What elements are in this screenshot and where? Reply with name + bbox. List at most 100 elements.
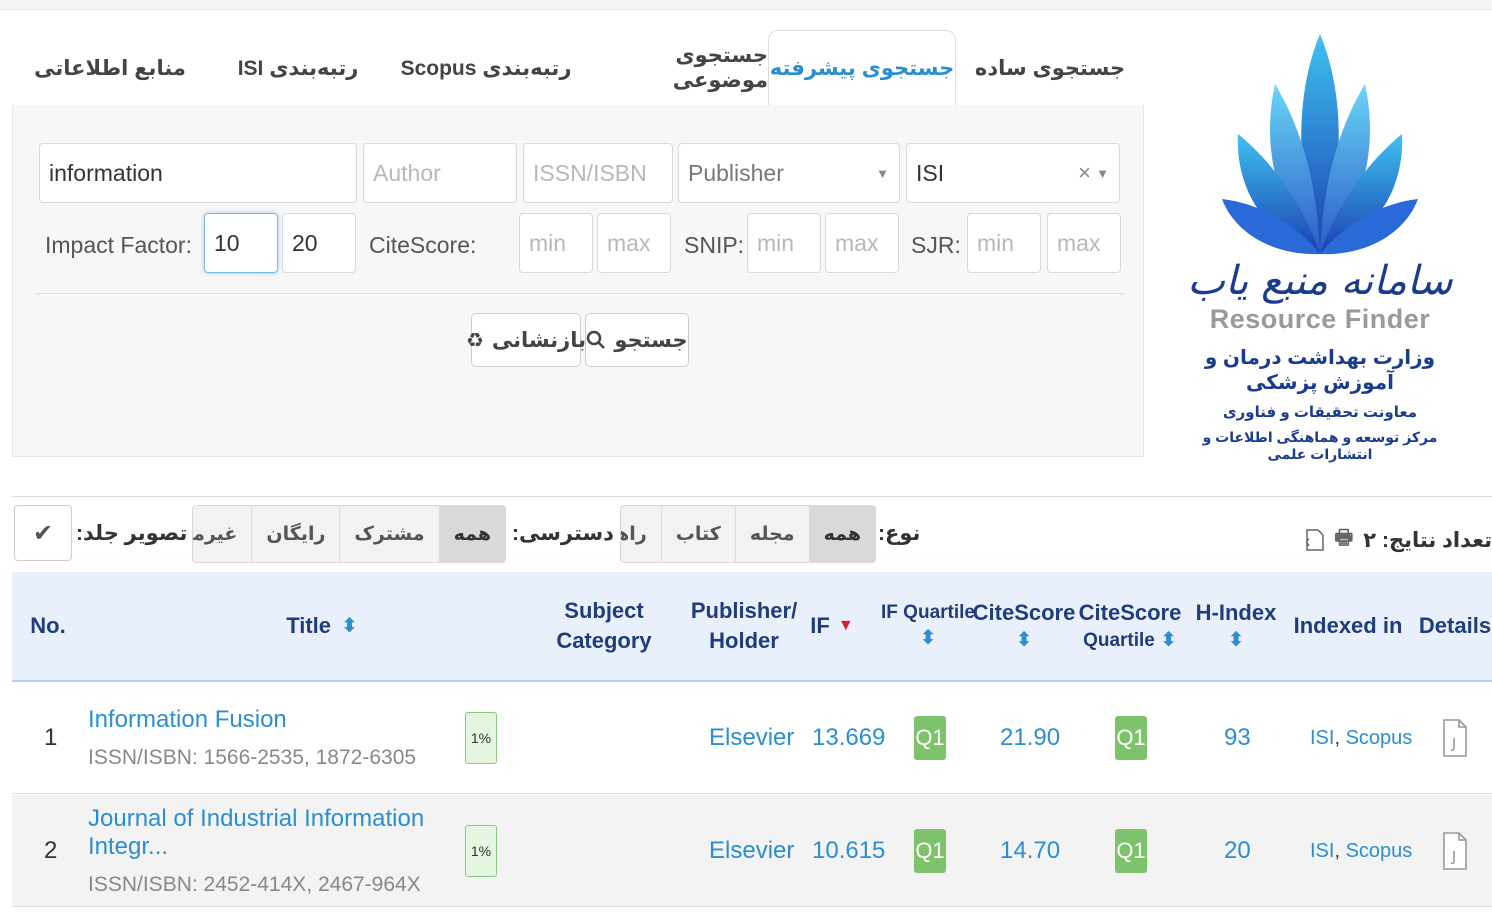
match-percent-badge: 1%: [465, 825, 497, 877]
tab-simple-search[interactable]: جستجوی ساده: [956, 30, 1144, 106]
impact-factor-value: 10.615: [812, 837, 886, 864]
h-index-value: 20: [1224, 837, 1251, 864]
advanced-search-panel: information Author ISSN/ISBN Publisher ▼…: [12, 105, 1144, 457]
clear-icon[interactable]: ×: [1078, 160, 1091, 186]
publisher-link[interactable]: Elsevier: [709, 795, 794, 907]
col-publisher: Publisher/ Holder: [690, 572, 798, 680]
col-publisher-label-2: Holder: [709, 628, 779, 653]
cover-image-toggle[interactable]: ✔: [14, 505, 72, 561]
citescore-label: CiteScore:: [369, 231, 477, 258]
journal-title-link[interactable]: Journal of Industrial Information Integr…: [88, 805, 468, 861]
reset-button[interactable]: بازنشانی ♻: [466, 313, 586, 367]
results-count: تعداد نتایج: ۲ 🖶 X: [1306, 523, 1492, 557]
comma-separator: ,: [1334, 726, 1346, 749]
type-filter-label: نوع:: [878, 522, 921, 545]
excel-export-icon[interactable]: X: [1306, 529, 1325, 551]
type-option-journal[interactable]: مجله: [734, 506, 809, 562]
snip-min-input[interactable]: min: [747, 213, 821, 273]
impact-min-input[interactable]: 10: [204, 213, 278, 273]
citescore-value: 14.70: [1000, 837, 1061, 864]
match-percent-badge: 1%: [465, 712, 497, 764]
col-details: Details: [1418, 572, 1492, 680]
access-option-not-subscribed[interactable]: غیرمشترک: [193, 506, 251, 562]
access-option-all[interactable]: همه: [438, 506, 505, 562]
col-if-quartile[interactable]: IF Quartile ⬍: [880, 572, 976, 680]
issn-input[interactable]: ISSN/ISBN: [523, 143, 673, 203]
col-csq-label-2: Quartile: [1083, 630, 1155, 652]
col-if[interactable]: IF ▼: [802, 572, 862, 680]
document-icon[interactable]: [1442, 831, 1468, 871]
results-table-header: No. Title ⬍ Subject Category Publisher/ …: [12, 572, 1492, 682]
col-no: No.: [18, 572, 78, 680]
tab-scopus-ranking[interactable]: رتبه‌بندی Scopus: [392, 30, 580, 106]
indexed-in-cell: ISI, Scopus: [1310, 795, 1412, 907]
publisher-select-label: Publisher: [688, 159, 784, 186]
tab-subject-search[interactable]: جستجوی موضوعی: [580, 30, 768, 106]
publisher-link[interactable]: Elsevier: [709, 682, 794, 794]
logo-persian-name: سامانه منبع یاب: [1187, 258, 1453, 304]
row-title-cell: Journal of Industrial Information Integr…: [88, 795, 468, 907]
reset-button-label: بازنشانی: [491, 328, 587, 352]
site-logo[interactable]: سامانه منبع یاب Resource Finder وزارت به…: [1180, 24, 1460, 474]
col-title-label: Title: [286, 613, 332, 639]
sjr-min-input[interactable]: min: [967, 213, 1041, 273]
col-subject-label: Subject Category: [556, 598, 652, 653]
type-option-guide[interactable]: راهنما: [621, 506, 661, 562]
cs-quartile-badge: Q1: [1115, 829, 1147, 873]
type-option-all[interactable]: همه: [808, 506, 875, 562]
cover-image-label: تصویر جلد:: [76, 522, 188, 545]
logo-ministry-line: وزارت بهداشت درمان و آموزش پزشکی: [1204, 347, 1436, 394]
impact-max-input[interactable]: 20: [282, 213, 356, 273]
svg-text:X: X: [1306, 537, 1311, 549]
indexed-isi-link[interactable]: ISI: [1310, 727, 1334, 750]
snip-label: SNIP:: [684, 231, 745, 258]
citescore-min-input[interactable]: min: [519, 213, 593, 273]
sort-icon: ⬍: [1160, 629, 1177, 652]
search-button[interactable]: جستجو: [585, 313, 689, 367]
journal-issn: ISSN/ISBN: 2452-414X, 2467-964X: [88, 873, 421, 896]
if-quartile-badge: Q1: [914, 716, 946, 760]
tab-advanced-search[interactable]: جستجوی پیشرفته: [768, 30, 956, 106]
check-icon: ✔: [32, 519, 54, 547]
indexed-scopus-link[interactable]: Scopus: [1346, 727, 1413, 750]
tab-isi-ranking[interactable]: رتبه‌بندی ISI: [204, 30, 392, 106]
logo-center-line: مرکز توسعه و هماهنگی اطلاعات و انتشارات …: [1202, 429, 1438, 462]
document-icon[interactable]: [1442, 718, 1468, 758]
col-hindex-label: H-Index: [1195, 599, 1277, 625]
col-citescore-quartile[interactable]: CiteScore Quartile ⬍: [1074, 572, 1186, 680]
citescore-max-input[interactable]: max: [597, 213, 671, 273]
indexed-in-cell: ISI, Scopus: [1310, 682, 1412, 794]
index-select[interactable]: ISI × ▼: [906, 143, 1120, 203]
snip-max-input[interactable]: max: [825, 213, 899, 273]
sjr-max-input[interactable]: max: [1047, 213, 1121, 273]
print-icon[interactable]: 🖶: [1334, 523, 1353, 557]
type-filter-group: همه مجله کتاب راهنما: [620, 505, 876, 563]
index-select-value: ISI: [916, 159, 945, 186]
col-citescore[interactable]: CiteScore ⬍: [973, 572, 1076, 680]
col-csq-label-1: CiteScore: [1078, 599, 1182, 625]
journal-title-link[interactable]: Information Fusion: [88, 706, 287, 734]
query-input[interactable]: information: [39, 143, 357, 203]
table-row: 1 Information Fusion ISSN/ISBN: 1566-253…: [12, 682, 1492, 794]
col-h-index[interactable]: H-Index ⬍: [1190, 572, 1282, 680]
access-option-free[interactable]: رایگان: [251, 506, 339, 562]
col-publisher-label-1: Publisher/: [690, 598, 798, 624]
tab-information-sources[interactable]: منابع اطلاعاتی: [16, 30, 204, 106]
publisher-select[interactable]: Publisher ▼: [678, 143, 900, 203]
type-option-book[interactable]: کتاب: [660, 506, 735, 562]
indexed-isi-link[interactable]: ISI: [1310, 840, 1334, 863]
col-title[interactable]: Title ⬍: [192, 572, 452, 680]
if-quartile-cell: Q1: [914, 795, 946, 907]
col-citescore-label: CiteScore: [972, 599, 1076, 625]
sort-icon: ⬍: [341, 614, 358, 637]
chevron-down-icon: ▼: [876, 165, 889, 181]
author-input[interactable]: Author: [363, 143, 517, 203]
access-filter-group: همه مشترک رایگان غیرمشترک: [192, 505, 506, 563]
indexed-scopus-link[interactable]: Scopus: [1346, 840, 1413, 863]
citescore-value: 21.90: [1000, 724, 1061, 751]
col-subject-category: Subject Category: [516, 572, 692, 680]
if-quartile-badge: Q1: [914, 829, 946, 873]
results-count-label: تعداد نتایج: ۲: [1363, 528, 1492, 552]
access-option-subscribed[interactable]: مشترک: [339, 506, 438, 562]
journal-issn: ISSN/ISBN: 1566-2535, 1872-6305: [88, 746, 417, 769]
